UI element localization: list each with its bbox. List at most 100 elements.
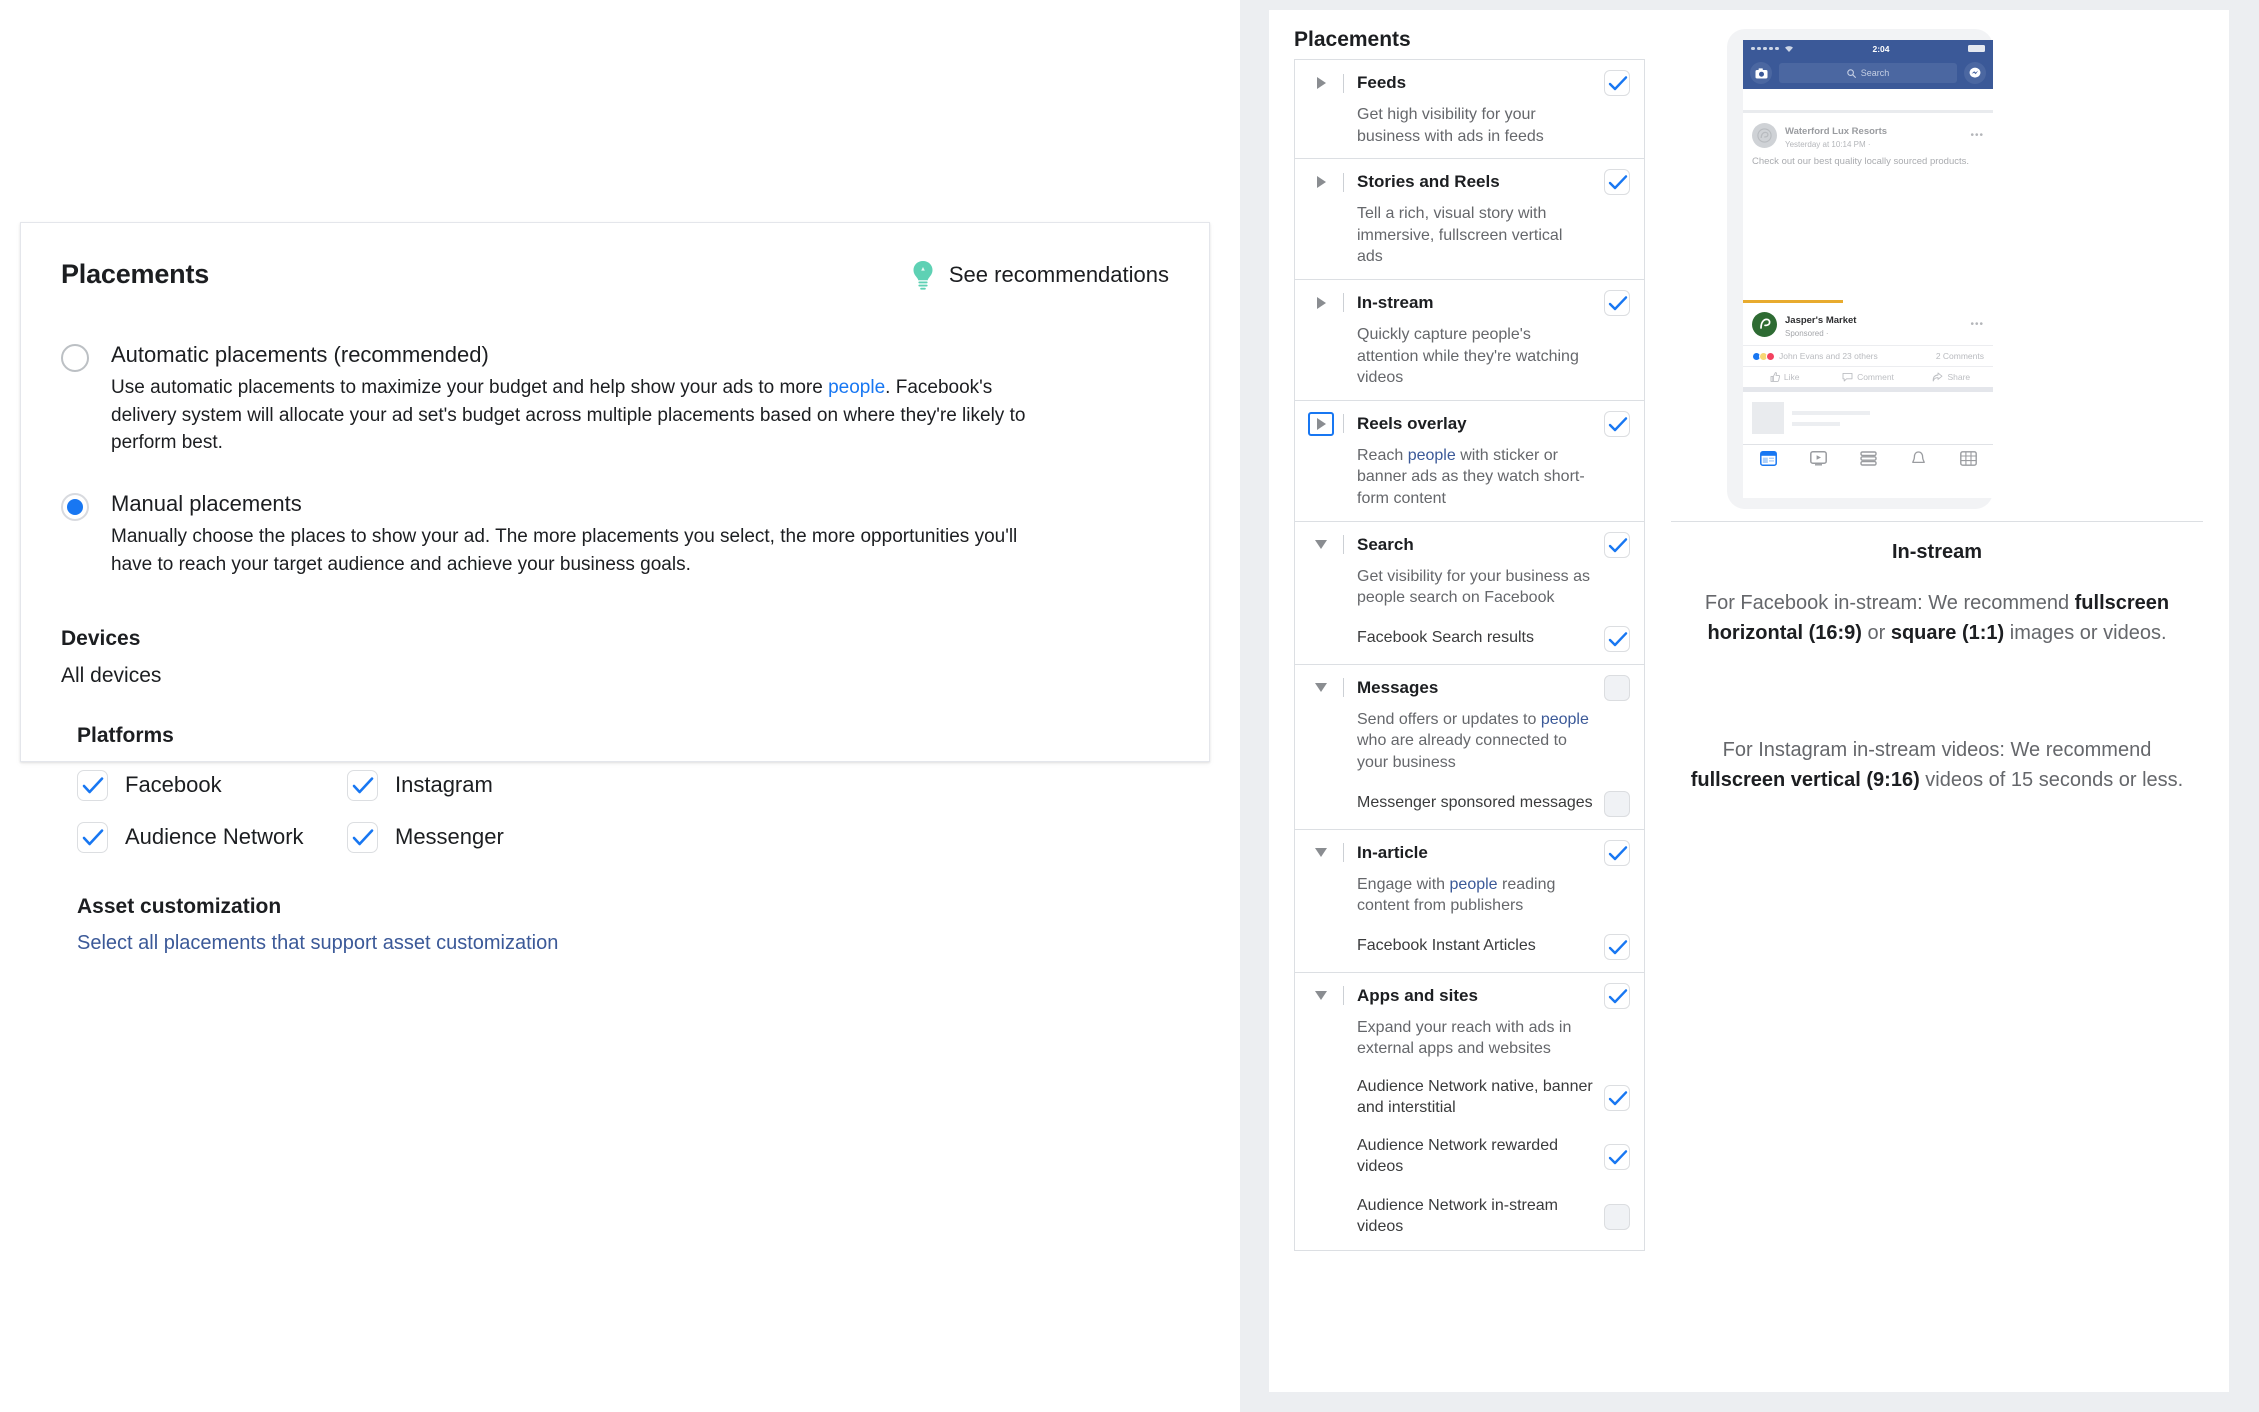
people-link[interactable]: people	[1450, 876, 1498, 893]
placement-group-name: Search	[1357, 535, 1604, 555]
checkbox-placement-sub-item[interactable]	[1604, 791, 1630, 817]
post-actions-row: Like Comment Share	[1743, 366, 1993, 387]
checkbox-placement-group[interactable]	[1604, 840, 1630, 866]
platform-instagram[interactable]: Instagram	[347, 770, 617, 801]
checkbox-placement-group[interactable]	[1604, 70, 1630, 96]
preview-title: In-stream	[1671, 541, 2203, 564]
desc-pre: Reach	[1357, 447, 1408, 464]
checkbox-placement-sub-item[interactable]	[1604, 1204, 1630, 1230]
people-link-automatic[interactable]: people	[828, 377, 885, 398]
placement-sub-item[interactable]: Audience Network native, banner and inte…	[1295, 1071, 1644, 1131]
placement-sub-item[interactable]: Audience Network rewarded videos	[1295, 1130, 1644, 1190]
tab-menu[interactable]	[1943, 451, 1993, 466]
radio-manual-placements[interactable]: Manual placements Manually choose the pl…	[61, 491, 1169, 578]
checkbox-placement-group[interactable]	[1604, 532, 1630, 558]
see-recommendations-link[interactable]: See recommendations	[910, 260, 1169, 290]
checkbox-placement-group[interactable]	[1604, 290, 1630, 316]
asset-customization-link[interactable]: Select all placements that support asset…	[77, 932, 1169, 955]
chevron-right-icon[interactable]	[1308, 170, 1334, 194]
tab-marketplace[interactable]	[1843, 451, 1893, 466]
chevron-down-icon[interactable]	[1308, 533, 1334, 557]
checkbox-instagram[interactable]	[347, 770, 378, 801]
placement-group-description: Engage with people reading content from …	[1295, 872, 1644, 928]
placement-group-header[interactable]: Stories and Reels	[1295, 159, 1644, 201]
placeholder-lines	[1792, 411, 1870, 426]
checkbox-audience-network[interactable]	[77, 822, 108, 853]
phone-search-field[interactable]: Search	[1779, 63, 1957, 83]
right-section: Placements FeedsGet high visibility for …	[1240, 0, 2259, 1412]
placement-group-header[interactable]: Reels overlay	[1295, 401, 1644, 443]
group-divider	[1343, 986, 1344, 1005]
comment-button[interactable]: Comment	[1826, 372, 1909, 382]
pv-p1-a: For Facebook in-stream: We recommend	[1705, 592, 2075, 614]
placement-group-header[interactable]: Feeds	[1295, 60, 1644, 102]
checkbox-placement-sub-item[interactable]	[1604, 934, 1630, 960]
desc-post: who are already connected to your busine…	[1357, 732, 1567, 771]
placement-group-description: Get high visibility for your business wi…	[1295, 102, 1644, 158]
devices-heading: Devices	[61, 627, 1169, 651]
placement-group-description: Get visibility for your business as peop…	[1295, 564, 1644, 620]
screenshot-root: Placements See recommendations	[0, 0, 2259, 1412]
tab-news-feed[interactable]	[1743, 451, 1793, 466]
checkbox-placement-group[interactable]	[1604, 675, 1630, 701]
phone-next-post-placeholder	[1743, 392, 1993, 444]
image-progress-bar	[1743, 300, 1843, 303]
chevron-down-icon[interactable]	[1308, 984, 1334, 1008]
chevron-right-icon[interactable]	[1308, 291, 1334, 315]
placement-group-description: Expand your reach with ads in external a…	[1295, 1015, 1644, 1071]
checkbox-messenger[interactable]	[347, 822, 378, 853]
sponsored-more-icon[interactable]: •••	[1970, 319, 1984, 330]
placement-group-name: Reels overlay	[1357, 414, 1604, 434]
lightbulb-icon	[910, 260, 936, 290]
tab-watch[interactable]	[1793, 451, 1843, 466]
placement-sub-item[interactable]: Audience Network in-stream videos	[1295, 1190, 1644, 1250]
chevron-down-icon[interactable]	[1308, 676, 1334, 700]
desc-pre: Get visibility for your business as peop…	[1357, 568, 1590, 607]
radio-manual-indicator[interactable]	[61, 493, 89, 521]
tab-notifications[interactable]	[1893, 451, 1943, 466]
left-section: Placements See recommendations	[0, 0, 1240, 1412]
messenger-icon[interactable]	[1964, 62, 1986, 84]
checkbox-facebook[interactable]	[77, 770, 108, 801]
people-link[interactable]: people	[1541, 711, 1589, 728]
share-button[interactable]: Share	[1910, 372, 1993, 382]
signal-icon	[1751, 45, 1794, 53]
placement-sub-item[interactable]: Facebook Instant Articles	[1295, 928, 1644, 972]
platform-messenger[interactable]: Messenger	[347, 822, 617, 853]
radio-automatic-body: Automatic placements (recommended) Use a…	[111, 342, 1051, 457]
placement-group-header[interactable]: In-stream	[1295, 280, 1644, 322]
post-more-icon[interactable]: •••	[1970, 130, 1984, 141]
radio-automatic-placements[interactable]: Automatic placements (recommended) Use a…	[61, 342, 1169, 457]
phone-status-bar: 2:04	[1743, 40, 1993, 57]
camera-icon[interactable]	[1750, 62, 1772, 84]
pv-p2-b: fullscreen vertical (9:16)	[1691, 769, 1920, 791]
placement-group-header[interactable]: In-article	[1295, 830, 1644, 872]
checkbox-placement-group[interactable]	[1604, 411, 1630, 437]
platform-messenger-label: Messenger	[395, 824, 504, 850]
placement-sub-item[interactable]: Facebook Search results	[1295, 620, 1644, 664]
checkbox-placement-sub-item[interactable]	[1604, 1085, 1630, 1111]
placement-group-header[interactable]: Search	[1295, 522, 1644, 564]
placement-group: In-articleEngage with people reading con…	[1295, 830, 1644, 973]
preview-divider	[1671, 521, 2203, 522]
chevron-down-icon[interactable]	[1308, 841, 1334, 865]
checkbox-placement-sub-item[interactable]	[1604, 1144, 1630, 1170]
people-link[interactable]: people	[1408, 447, 1456, 464]
checkbox-placement-sub-item[interactable]	[1604, 626, 1630, 652]
checkbox-placement-group[interactable]	[1604, 983, 1630, 1009]
radio-automatic-indicator[interactable]	[61, 344, 89, 372]
platform-audience-network[interactable]: Audience Network	[77, 822, 347, 853]
sponsor-logo	[1752, 312, 1777, 337]
comments-count-text: 2 Comments	[1936, 351, 1984, 361]
platforms-heading: Platforms	[77, 724, 1169, 748]
platform-facebook[interactable]: Facebook	[77, 770, 347, 801]
placement-group-header[interactable]: Messages	[1295, 665, 1644, 707]
placement-sub-item-label: Facebook Search results	[1357, 628, 1604, 649]
chevron-right-icon[interactable]	[1308, 71, 1334, 95]
chevron-right-icon[interactable]	[1308, 412, 1334, 436]
placement-sub-item[interactable]: Messenger sponsored messages	[1295, 785, 1644, 829]
checkbox-placement-group[interactable]	[1604, 169, 1630, 195]
placement-group-header[interactable]: Apps and sites	[1295, 973, 1644, 1015]
placement-group: Reels overlayReach people with sticker o…	[1295, 401, 1644, 522]
like-button[interactable]: Like	[1743, 372, 1826, 382]
